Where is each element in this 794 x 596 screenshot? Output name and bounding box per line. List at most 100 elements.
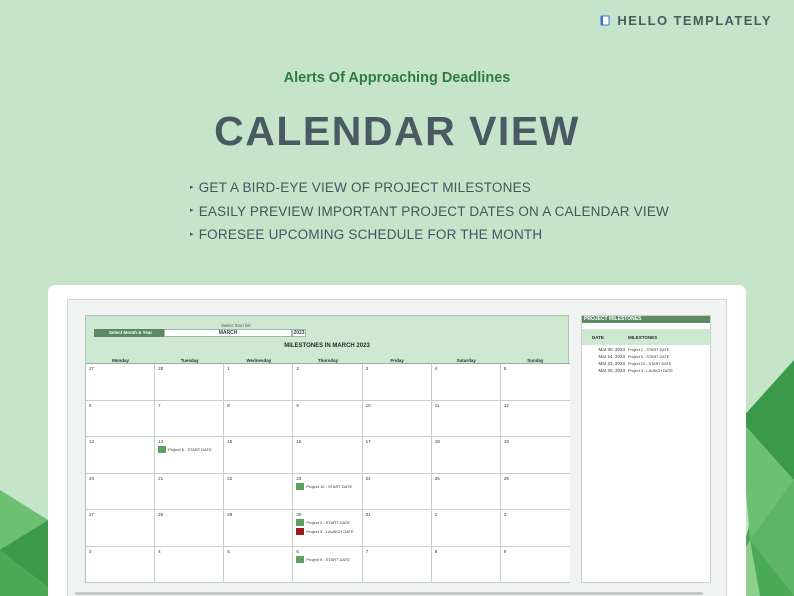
- event-label: Project 10 - START DATE: [306, 483, 353, 489]
- calendar-day-cell[interactable]: 28: [155, 510, 225, 547]
- calendar-day-cell[interactable]: 9: [500, 547, 570, 583]
- milestone-text: Project 3 - LAUNCH DATE: [628, 368, 673, 373]
- weekday-label: Sunday: [527, 358, 544, 363]
- day-number: 13: [89, 439, 95, 444]
- day-number: 27: [89, 512, 95, 517]
- calendar-day-cell[interactable]: 21: [155, 473, 225, 510]
- event-label: Project 2 - START DATE: [306, 520, 350, 525]
- calendar-day-cell[interactable]: 23 Project 10 - START DATE: [293, 473, 363, 510]
- event-color-swatch: [296, 528, 305, 535]
- day-number: 31: [365, 512, 371, 517]
- event-color-swatch: [296, 555, 305, 563]
- milestone-date: Mar 23, 2023: [598, 361, 625, 366]
- calendar-day-cell[interactable]: 6: [86, 400, 156, 437]
- calendar-panel: Select from list Select Month & Year MAR…: [85, 315, 570, 583]
- event-color-swatch: [296, 482, 305, 490]
- calendar-day-cell[interactable]: 1: [224, 364, 294, 401]
- day-number: 3: [365, 366, 369, 371]
- calendar-day-cell[interactable]: 3: [362, 364, 432, 401]
- day-number: 17: [365, 439, 371, 444]
- calendar-day-cell[interactable]: 13: [86, 437, 156, 474]
- calendar-day-cell[interactable]: 27: [86, 364, 156, 401]
- calendar-day-cell[interactable]: 26: [500, 474, 570, 510]
- calendar-day-cell[interactable]: 15: [224, 437, 294, 474]
- day-number: 5: [503, 366, 507, 371]
- day-number: 14: [158, 439, 164, 444]
- calendar-day-cell[interactable]: 16: [293, 437, 363, 474]
- milestone-row: Mar 14, 2023 Project 5 - START DATE: [582, 353, 710, 360]
- calendar-day-cell[interactable]: 12: [500, 401, 570, 437]
- day-number: 8: [434, 548, 438, 554]
- day-number: 12: [503, 402, 509, 408]
- calendar-event[interactable]: Project 2 - START DATE: [296, 519, 358, 526]
- select-month-year-label: Select Month & Year: [94, 329, 164, 337]
- event-color-swatch: [158, 446, 167, 453]
- milestone-text: Project 10 - START DATE: [628, 361, 672, 366]
- day-number: 19: [503, 439, 509, 444]
- day-number: 7: [158, 402, 161, 408]
- day-number: 26: [503, 475, 509, 481]
- calendar-day-cell[interactable]: 4: [431, 364, 501, 401]
- weekday-label: Saturday: [456, 358, 476, 363]
- day-number: 10: [365, 402, 371, 408]
- feature-item: ▸ FORESEE UPCOMING SCHEDULE FOR THE MONTH: [190, 223, 669, 247]
- calendar-day-cell[interactable]: 19: [500, 437, 570, 474]
- calendar-day-cell[interactable]: 29: [224, 510, 294, 547]
- calendar-day-cell[interactable]: 27: [86, 510, 156, 547]
- calendar-day-cell[interactable]: 2: [293, 364, 363, 401]
- day-number: 22: [227, 475, 233, 481]
- day-number: 6: [89, 402, 92, 408]
- horizontal-scrollbar[interactable]: [75, 592, 703, 595]
- event-label: Project 5 - START DATE: [168, 447, 212, 452]
- calendar-day-cell[interactable]: 9: [293, 400, 363, 437]
- milestone-row: Mar 30, 2023 Project 3 - LAUNCH DATE: [582, 367, 710, 374]
- calendar-day-cell[interactable]: 1: [431, 510, 501, 547]
- day-number: 8: [227, 402, 230, 408]
- weekday-label: Friday: [390, 358, 404, 363]
- calendar-day-cell[interactable]: 25: [431, 473, 501, 510]
- feature-text: GET A BIRD-EYE VIEW OF PROJECT MILESTONE…: [198, 180, 531, 196]
- calendar-day-cell[interactable]: 11: [431, 400, 501, 437]
- calendar-day-cell[interactable]: 28: [155, 364, 225, 401]
- milestone-row: Mar 30, 2023 Project 2 - START DATE: [582, 346, 710, 353]
- calendar-day-cell[interactable]: 8: [224, 400, 294, 437]
- day-number: 30: [296, 512, 302, 517]
- calendar-day-cell[interactable]: 17: [362, 437, 432, 474]
- day-number: 29: [227, 512, 233, 517]
- calendar-day-cell[interactable]: 2: [500, 510, 570, 547]
- calendar-day-cell[interactable]: 3: [86, 546, 156, 583]
- calendar-day-cell[interactable]: 6 Project 9 - START DATE: [293, 546, 363, 583]
- day-number: 28: [158, 512, 164, 517]
- calendar-day-cell[interactable]: 14 Project 5 - START DATE: [155, 437, 225, 474]
- day-number: 2: [296, 366, 299, 371]
- milestone-date: Mar 30, 2023: [598, 347, 625, 352]
- feature-text: EASILY PREVIEW IMPORTANT PROJECT DATES O…: [198, 203, 669, 219]
- calendar-day-cell[interactable]: 20: [86, 473, 156, 510]
- year-dropdown[interactable]: 2023: [292, 329, 306, 337]
- milestone-row: Mar 23, 2023 Project 10 - START DATE: [582, 360, 710, 367]
- milestone-text: Project 5 - START DATE: [628, 354, 670, 359]
- calendar-event[interactable]: Project 9 - START DATE: [296, 555, 358, 563]
- calendar-day-cell[interactable]: 4: [155, 546, 225, 583]
- feature-item: ▸ EASILY PREVIEW IMPORTANT PROJECT DATES …: [190, 200, 669, 224]
- calendar-day-cell[interactable]: 30 Project 2 - START DATE Project 3 - LAUN…: [293, 510, 363, 547]
- weekday-label: Thursday: [317, 358, 339, 363]
- calendar-day-cell[interactable]: 18: [431, 437, 501, 474]
- day-number: 25: [434, 475, 440, 481]
- calendar-day-cell[interactable]: 10: [362, 400, 432, 437]
- milestone-date: Mar 30, 2023: [598, 368, 625, 373]
- calendar-day-cell[interactable]: 7: [155, 400, 225, 437]
- month-dropdown[interactable]: MARCH: [164, 329, 292, 337]
- day-number: 4: [158, 548, 161, 554]
- calendar-day-cell[interactable]: 31: [362, 510, 432, 547]
- calendar-day-cell[interactable]: 7: [362, 546, 432, 583]
- calendar-day-cell[interactable]: 8: [431, 546, 501, 583]
- calendar-event[interactable]: Project 5 - START DATE: [158, 446, 220, 453]
- day-number: 4: [434, 366, 438, 371]
- calendar-day-cell[interactable]: 5: [224, 546, 294, 583]
- calendar-event[interactable]: Project 10 - START DATE: [296, 482, 358, 490]
- calendar-day-cell[interactable]: 24: [362, 473, 432, 510]
- calendar-event[interactable]: Project 3 - LAUNCH DATE: [296, 528, 358, 535]
- calendar-day-cell[interactable]: 5: [500, 364, 570, 401]
- calendar-day-cell[interactable]: 22: [224, 473, 294, 510]
